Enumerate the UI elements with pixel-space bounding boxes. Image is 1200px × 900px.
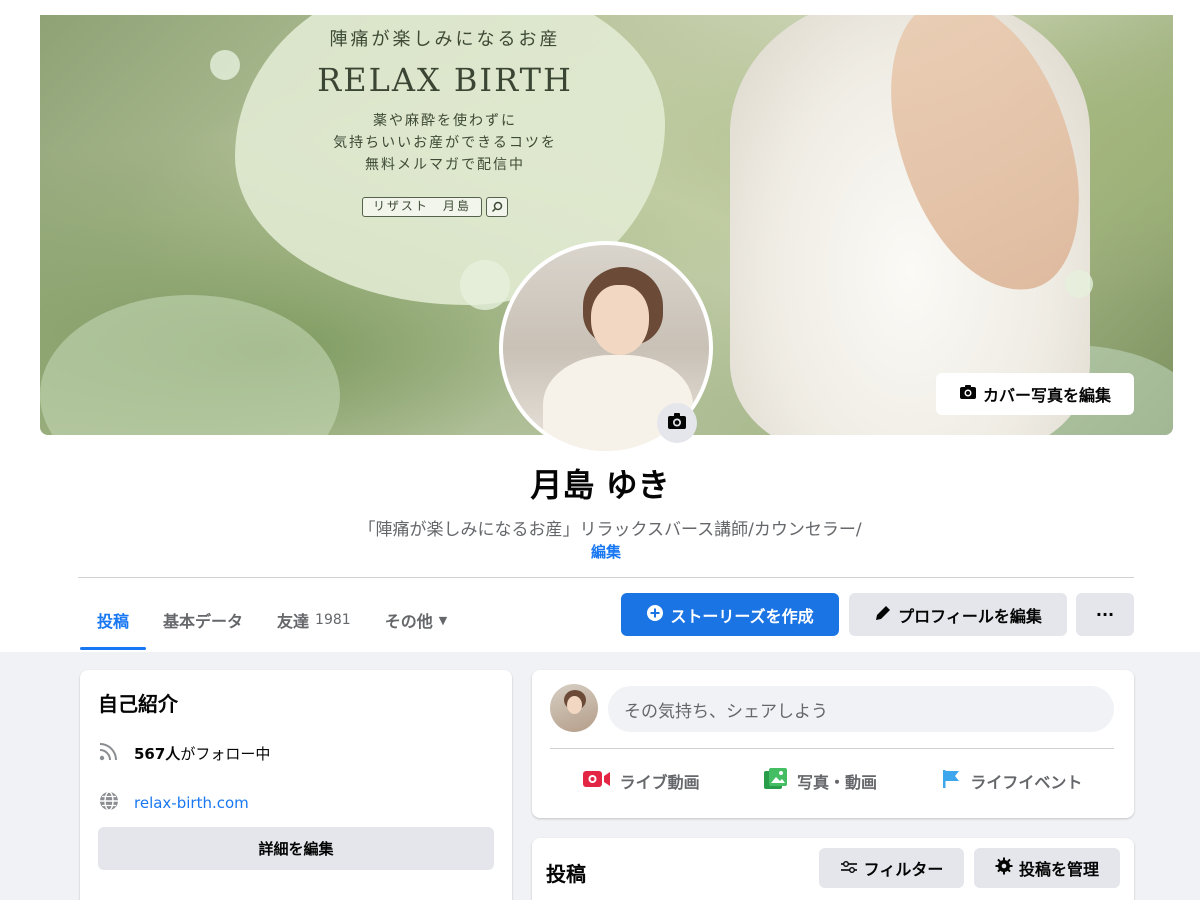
- more-options-button[interactable]: ···: [1076, 593, 1134, 636]
- life-event-button[interactable]: ライフイベント: [940, 768, 1082, 794]
- profile-name: 月島 ゆき: [530, 466, 670, 504]
- live-video-icon: [582, 768, 612, 794]
- website-row: relax-birth.com: [98, 790, 249, 816]
- composer-input[interactable]: その気持ち、シェアしよう: [608, 686, 1114, 732]
- rss-icon: [98, 740, 120, 766]
- tab-more[interactable]: その他 ▼: [368, 590, 464, 650]
- followers-text: 567人がフォロー中: [134, 743, 270, 764]
- flag-icon: [940, 768, 962, 794]
- globe-icon: [98, 790, 120, 816]
- tab-label: その他: [384, 612, 433, 631]
- post-composer: その気持ち、シェアしよう ライブ動画 写真・動画 ライフイベント: [532, 670, 1134, 818]
- create-story-button[interactable]: ストーリーズを作成: [621, 593, 839, 636]
- cover-ad-body-line: 無料メルマガで配信中: [365, 157, 525, 173]
- cover-ad-search: リザスト 月島: [362, 196, 508, 218]
- manage-posts-button[interactable]: 投稿を管理: [974, 848, 1120, 888]
- edit-profile-label: プロフィールを編集: [898, 606, 1042, 626]
- website-link[interactable]: relax-birth.com: [134, 794, 249, 812]
- photo-video-button[interactable]: 写真・動画: [763, 767, 877, 795]
- avatar-figure: [591, 285, 649, 355]
- cover-ad-body-line: 気持ちいいお産ができるコツを: [333, 135, 557, 151]
- avatar[interactable]: [550, 684, 598, 732]
- cover-decoration: [460, 260, 510, 310]
- posts-card: 投稿 フィルター 投稿を管理: [532, 838, 1134, 900]
- divider: [78, 577, 1134, 578]
- cover-ad-body: 薬や麻酔を使わずに 気持ちいいお産ができるコツを 無料メルマガで配信中: [280, 110, 610, 176]
- more-icon: ···: [1095, 605, 1115, 624]
- composer-actions: ライブ動画 写真・動画 ライフイベント: [550, 758, 1114, 804]
- profile-tabs: 投稿 基本データ 友達 1981 その他 ▼: [80, 590, 464, 650]
- cover-ad-search-text: リザスト 月島: [362, 197, 482, 217]
- cover-ad-tagline: 陣痛が楽しみになるお産: [329, 29, 561, 50]
- cover-ad-body-line: 薬や麻酔を使わずに: [373, 113, 517, 129]
- search-icon: [485, 197, 508, 217]
- camera-icon: [959, 384, 977, 404]
- divider: [550, 748, 1114, 749]
- tab-posts[interactable]: 投稿: [80, 590, 147, 650]
- manage-posts-label: 投稿を管理: [1018, 860, 1099, 879]
- photo-icon: [763, 767, 789, 795]
- filter-button[interactable]: フィルター: [819, 848, 964, 888]
- live-video-button[interactable]: ライブ動画: [582, 768, 700, 794]
- followers-suffix: がフォロー中: [180, 744, 271, 763]
- filter-label: フィルター: [863, 860, 944, 879]
- cover-ad-title: RELAX BIRTH: [317, 61, 573, 99]
- filter-icon: [840, 859, 858, 878]
- caret-down-icon: ▼: [438, 613, 448, 627]
- life-event-label: ライフイベント: [970, 773, 1083, 792]
- tab-label: 投稿: [97, 612, 130, 631]
- create-story-label: ストーリーズを作成: [670, 606, 814, 626]
- tab-about[interactable]: 基本データ: [146, 590, 260, 650]
- avatar-figure: [567, 696, 582, 714]
- gear-icon: [995, 857, 1013, 879]
- camera-icon: [667, 412, 687, 434]
- photo-video-label: 写真・動画: [796, 773, 877, 792]
- posts-title: 投稿: [546, 862, 586, 886]
- live-video-label: ライブ動画: [619, 773, 700, 792]
- edit-details-button[interactable]: 詳細を編集: [98, 827, 494, 870]
- tab-label: 友達: [277, 612, 310, 631]
- edit-bio-link[interactable]: 編集: [0, 541, 1200, 562]
- profile-bio: 「陣痛が楽しみになるお産」リラックスバース講師/カウンセラー/: [358, 520, 862, 540]
- friends-count: 1981: [315, 612, 351, 628]
- cover-decoration: [40, 295, 340, 435]
- cover-decoration: [210, 50, 240, 80]
- plus-circle-icon: [646, 604, 664, 626]
- followers-row: 567人がフォロー中: [98, 740, 270, 766]
- update-profile-picture-button[interactable]: [657, 403, 697, 443]
- edit-cover-photo-label: カバー写真を編集: [982, 386, 1111, 405]
- edit-profile-button[interactable]: プロフィールを編集: [849, 593, 1067, 636]
- tab-label: 基本データ: [163, 612, 244, 631]
- followers-count: 567人: [134, 744, 181, 763]
- pencil-icon: [874, 604, 892, 626]
- edit-cover-photo-button[interactable]: カバー写真を編集: [936, 373, 1134, 415]
- cover-decoration: [1065, 270, 1093, 298]
- intro-title: 自己紹介: [98, 692, 178, 716]
- intro-card: 自己紹介 567人がフォロー中 relax-birth.com 詳細を編集: [80, 670, 512, 900]
- tab-friends[interactable]: 友達 1981: [260, 590, 368, 650]
